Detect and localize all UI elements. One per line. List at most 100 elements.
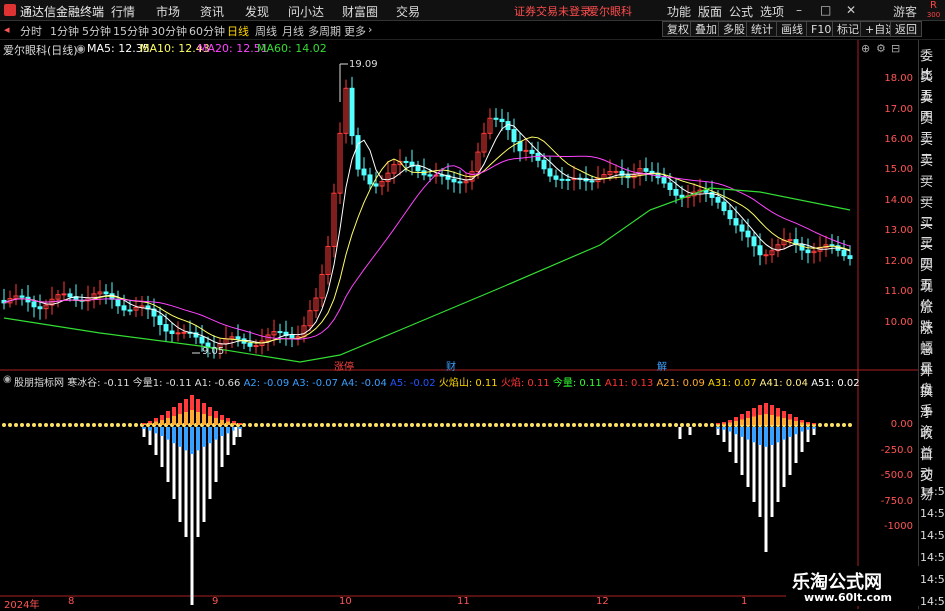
period-monthly[interactable]: 月线 bbox=[282, 23, 304, 39]
statistics-button[interactable]: 统计 bbox=[746, 21, 778, 37]
draw-line-button[interactable]: 画线 bbox=[776, 21, 808, 37]
zero-dot bbox=[290, 423, 294, 427]
period-15min[interactable]: 15分钟 bbox=[113, 23, 149, 39]
zero-dot bbox=[320, 423, 324, 427]
user-label[interactable]: 游客 bbox=[893, 3, 917, 20]
candle bbox=[61, 281, 67, 302]
ind-value: A2: -0.09 bbox=[243, 378, 290, 389]
indicator-settings-icon[interactable]: ◉ bbox=[3, 374, 12, 385]
period-5min[interactable]: 5分钟 bbox=[82, 23, 111, 39]
candle-body bbox=[847, 255, 853, 260]
menu-item-banmian[interactable]: 版面 bbox=[698, 3, 722, 20]
menu-item-jiaoyi[interactable]: 交易 bbox=[396, 3, 420, 20]
zero-dot bbox=[530, 423, 534, 427]
login-warning[interactable]: 证券交易未登录 bbox=[514, 3, 591, 19]
indicator-bar-blue bbox=[806, 427, 810, 430]
candle-body bbox=[157, 315, 163, 326]
candle-body bbox=[589, 180, 595, 183]
chevron-right-icon[interactable]: › bbox=[368, 23, 372, 36]
menu-item-zixun[interactable]: 资讯 bbox=[200, 3, 224, 20]
indicator-bar-blue bbox=[716, 427, 720, 429]
chart-canvas[interactable] bbox=[0, 40, 918, 609]
watermark: 乐淘公式网 www.60lt.com bbox=[786, 566, 920, 606]
menu-item-xuanxiang[interactable]: 选项 bbox=[760, 3, 784, 20]
candle bbox=[55, 289, 61, 308]
zero-dot bbox=[416, 423, 420, 427]
candle bbox=[643, 157, 649, 182]
zero-dot bbox=[686, 423, 690, 427]
candle-body bbox=[277, 331, 283, 334]
candle-body bbox=[427, 174, 433, 177]
candle bbox=[1, 288, 7, 310]
indicator-bar-orange bbox=[806, 423, 810, 425]
indicator-bar-orange bbox=[232, 423, 236, 425]
r-badge-letter: R bbox=[930, 0, 937, 11]
indicator-bar-blue bbox=[214, 427, 218, 440]
candle-body bbox=[181, 331, 187, 334]
candle bbox=[661, 167, 667, 188]
candle bbox=[313, 288, 319, 319]
price-tick: 17.00 bbox=[884, 104, 913, 115]
indicator-bar-blue bbox=[238, 427, 242, 429]
candle bbox=[13, 284, 19, 306]
zero-dot bbox=[638, 423, 642, 427]
ind-value: 今量: 0.11 bbox=[552, 378, 602, 389]
menu-item-gongneng[interactable]: 功能 bbox=[667, 3, 691, 20]
period-1min[interactable]: 1分钟 bbox=[50, 23, 79, 39]
event-finance[interactable]: 财 bbox=[446, 358, 456, 373]
zero-dot bbox=[410, 423, 414, 427]
period-more[interactable]: 更多 bbox=[344, 23, 366, 39]
menu-item-wenxiaoda[interactable]: 问小达 bbox=[288, 3, 324, 20]
indicator-bar bbox=[178, 403, 182, 522]
indicator-bar-orange bbox=[184, 412, 188, 425]
period-60min[interactable]: 60分钟 bbox=[189, 23, 225, 39]
candle-body bbox=[613, 170, 619, 173]
app-logo-icon bbox=[4, 4, 16, 16]
menu-item-hangqing[interactable]: 行情 bbox=[111, 3, 135, 20]
candle bbox=[379, 175, 385, 196]
period-multi[interactable]: 多周期 bbox=[308, 23, 341, 39]
candle-body bbox=[529, 149, 535, 154]
menu-item-faxian[interactable]: 发现 bbox=[245, 3, 269, 20]
close-button[interactable]: ✕ bbox=[846, 3, 856, 17]
period-weekly[interactable]: 周线 bbox=[255, 23, 277, 39]
period-fenshi[interactable]: 分时 bbox=[20, 23, 42, 39]
candle-body bbox=[643, 168, 649, 172]
period-30min[interactable]: 30分钟 bbox=[151, 23, 187, 39]
zero-dot bbox=[368, 423, 372, 427]
candle bbox=[583, 166, 589, 191]
expand-icon[interactable]: ◂ bbox=[4, 23, 10, 36]
candle-body bbox=[733, 218, 739, 226]
indicator-bar-orange bbox=[782, 418, 786, 425]
event-unlock[interactable]: 解 bbox=[657, 358, 667, 373]
indicator-bar bbox=[752, 408, 756, 502]
candle bbox=[781, 228, 787, 250]
menu-item-shichang[interactable]: 市场 bbox=[156, 3, 180, 20]
back-button[interactable]: 返回 bbox=[890, 21, 922, 37]
r-badge-count: 300 bbox=[926, 11, 941, 19]
indicator-bar-orange bbox=[776, 416, 780, 425]
candle bbox=[763, 249, 769, 265]
trade-time: 14:56 bbox=[920, 507, 945, 520]
event-limit-up[interactable]: 涨停 bbox=[334, 358, 354, 373]
zero-dot bbox=[122, 423, 126, 427]
candle bbox=[97, 280, 103, 305]
trade-time: 14:56 bbox=[920, 485, 945, 498]
price-tick: 13.00 bbox=[884, 225, 913, 236]
period-daily[interactable]: 日线 bbox=[227, 23, 249, 39]
ind-value: A41: 0.04 bbox=[759, 378, 809, 389]
candle bbox=[703, 182, 709, 203]
menu-item-gongshi[interactable]: 公式 bbox=[729, 3, 753, 20]
zero-dot bbox=[344, 423, 348, 427]
candle-body bbox=[361, 168, 367, 176]
menu-item-caifuquan[interactable]: 财富圈 bbox=[342, 3, 378, 20]
candle-body bbox=[757, 245, 763, 256]
zero-dot bbox=[446, 423, 450, 427]
zero-dot bbox=[356, 423, 360, 427]
indicator-bar-orange bbox=[722, 423, 726, 425]
restore-button[interactable]: □ bbox=[820, 3, 831, 17]
zero-dot bbox=[422, 423, 426, 427]
r-badge[interactable]: R 300 bbox=[922, 0, 945, 20]
zero-dot bbox=[560, 423, 564, 427]
minimize-button[interactable]: – bbox=[796, 3, 802, 17]
